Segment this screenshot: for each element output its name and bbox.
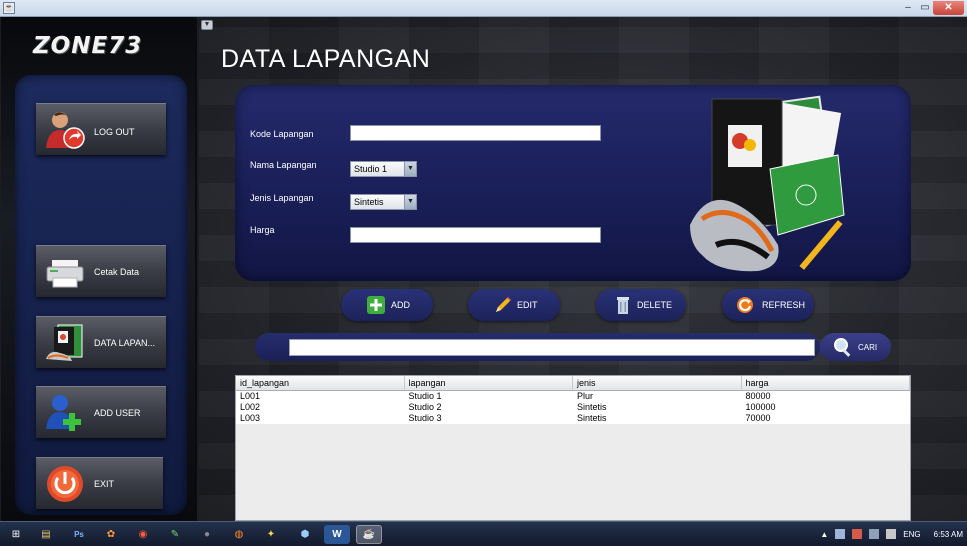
column-header-jenis[interactable]: jenis [573,376,742,390]
language-indicator[interactable]: ENG [903,530,920,539]
table-cell: Sintetis [577,413,607,423]
harga-input[interactable] [350,227,601,243]
table-cell: Studio 1 [408,391,442,401]
column-header-id-lapangan[interactable]: id_lapangan [236,376,405,390]
app-red-icon[interactable]: ◉ [130,525,156,544]
window-titlebar: ☕ – ▭ ✕ [0,0,967,17]
printer-icon [46,260,84,288]
trash-icon [617,297,629,314]
cetak-data-label: Cetak Data [94,267,140,277]
close-button[interactable]: ✕ [933,1,964,15]
table-row[interactable]: L003 Studio 3 Sintetis 70000 [236,413,910,424]
flag-icon[interactable] [852,529,863,539]
user-logout-icon [46,112,85,149]
taskbar: ⊞ ▤ Ps ✿ ◉ ✎ ● ◍ ✦ ⬢ W ☕ ▲ ENG 6:53 AM [0,521,967,546]
pencil-icon [496,297,511,312]
table-row[interactable]: L002 Studio 2 Sintetis 100000 [236,402,910,413]
table-cell: L001 [240,391,261,401]
search-input[interactable] [289,339,815,356]
sidebar: ZONE73 LOG OUT Cetak Data DATA LAPAN... … [1,17,197,521]
refresh-button[interactable]: REFRESH [722,289,814,321]
table-cell: Studio 2 [408,402,442,412]
table-cell: L003 [240,413,261,423]
add-user-button[interactable]: ADD USER [36,386,166,438]
windows-start-icon[interactable]: ⊞ [4,525,28,544]
table-cell: 70000 [745,413,771,423]
nama-lapangan-select[interactable]: Studio 1 ▼ [350,161,417,177]
table-cell: 80000 [745,391,771,401]
power-icon [47,466,83,502]
column-header-harga[interactable]: harga [742,376,910,390]
collapse-toggle[interactable]: ▼ [201,20,213,30]
maximize-button[interactable]: ▭ [917,1,933,15]
jenis-lapangan-select[interactable]: Sintetis ▼ [350,194,417,210]
java-app-taskbar-icon[interactable]: ☕ [356,525,382,544]
exit-button[interactable]: EXIT [36,457,163,509]
table-cell: L002 [240,402,261,412]
kode-lapangan-label: Kode Lapangan [250,129,314,139]
delete-button[interactable]: DELETE [596,289,686,321]
table-cell: 100000 [745,402,776,412]
table-body: L001 Studio 1 Plur 80000 L002 Studio 2 S… [236,391,910,424]
main-content: ▼ DATA LAPANGAN Kode Lapangan Nama Lapan… [199,17,967,521]
nama-lapangan-label: Nama Lapangan [250,160,317,170]
file-explorer-icon[interactable]: ▤ [33,525,59,544]
app-box-icon[interactable]: ⬢ [292,525,318,544]
java-app-icon: ☕ [3,2,15,14]
volume-icon[interactable] [886,529,897,539]
edit-label: EDIT [517,300,538,310]
jenis-lapangan-label: Jenis Lapangan [250,193,314,203]
firefox-icon[interactable]: ◍ [226,525,252,544]
app-orange-icon[interactable]: ✿ [98,525,124,544]
plus-icon [367,296,385,314]
logout-label: LOG OUT [94,127,135,137]
minimize-button[interactable]: – [899,1,917,15]
harga-label: Harga [250,225,275,235]
cari-label: CARI [858,343,878,352]
nama-lapangan-value: Studio 1 [354,164,388,174]
table-cell: Plur [577,391,594,401]
add-user-label: ADD USER [94,408,141,418]
network-icon[interactable] [835,529,846,539]
data-lapangan-label: DATA LAPAN... [94,338,156,348]
table-cell: Sintetis [577,402,607,412]
kode-lapangan-input[interactable] [350,125,601,141]
exit-label: EXIT [94,479,115,489]
table-cell: Studio 3 [408,413,442,423]
system-tray: ▲ ENG 6:53 AM [820,522,963,546]
cetak-data-button[interactable]: Cetak Data [36,245,166,297]
refresh-label: REFRESH [762,300,806,310]
tray-expand-icon[interactable]: ▲ [820,530,828,539]
table-row[interactable]: L001 Studio 1 Plur 80000 [236,391,910,402]
edit-button[interactable]: EDIT [468,289,560,321]
data-lapangan-button[interactable]: DATA LAPAN... [36,316,166,368]
cari-button[interactable]: CARI [820,333,891,361]
word-icon[interactable]: W [324,525,350,544]
signal-icon[interactable] [869,529,880,539]
photoshop-icon[interactable]: Ps [66,525,92,544]
chevron-down-icon: ▼ [404,195,416,209]
column-header-lapangan[interactable]: lapangan [405,376,573,390]
clock[interactable]: 6:53 AM [934,530,963,539]
jenis-lapangan-value: Sintetis [354,197,384,207]
app-dark-icon[interactable]: ● [194,525,220,544]
refresh-icon [737,297,753,313]
paint-icon[interactable]: ✦ [258,525,284,544]
add-label: ADD [391,300,411,310]
page-title: DATA LAPANGAN [221,45,431,73]
logout-button[interactable]: LOG OUT [36,103,166,155]
table-header: id_lapangan lapangan jenis harga [236,376,910,391]
add-button[interactable]: ADD [341,289,433,321]
app-logo: ZONE73 [33,33,143,59]
app-green-icon[interactable]: ✎ [162,525,188,544]
delete-label: DELETE [637,300,673,310]
football-data-icon [46,324,83,361]
chevron-down-icon: ▼ [404,162,416,176]
search-icon [834,338,851,357]
football-illustration [690,95,845,272]
add-user-icon [46,395,81,431]
data-table: id_lapangan lapangan jenis harga L001 St… [235,375,911,521]
